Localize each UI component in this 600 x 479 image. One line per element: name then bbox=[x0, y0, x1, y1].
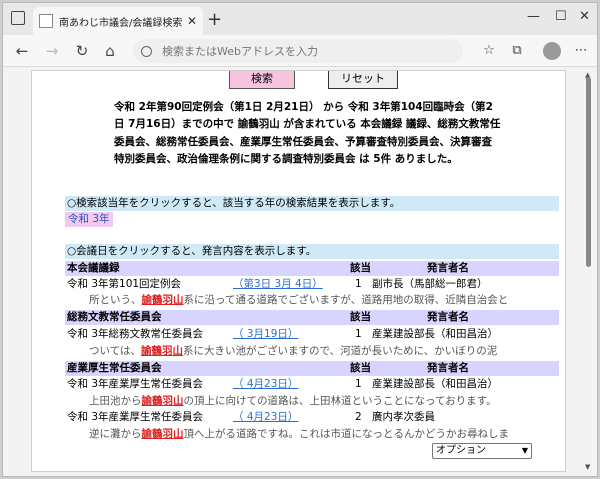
new-tab-icon[interactable]: + bbox=[207, 9, 222, 30]
maximize-icon[interactable]: ☐ bbox=[555, 9, 567, 24]
scrollbar-thumb[interactable] bbox=[586, 77, 591, 267]
speaker-name: 廣内孝次委員 bbox=[372, 411, 435, 423]
day-instruction: ○会議日をクリックすると、発言内容を表示します。 bbox=[65, 244, 559, 259]
page-content: 検索 リセット 令和 2年第90回定例会（第1日 2月21日） から 令和 3年… bbox=[31, 70, 566, 472]
back-icon[interactable]: ← bbox=[13, 42, 31, 60]
snippet-after: の頂上に向けての道路は、上田林道ということになっております。 bbox=[183, 395, 497, 407]
year-link[interactable]: 令和 3年 bbox=[65, 212, 113, 227]
group-name: 産業厚生常任委員会 bbox=[67, 362, 162, 374]
tab-strip: 南あわじ市議会/会議録検索システ ✕ + — ☐ ✕ bbox=[3, 3, 597, 35]
speech-snippet: 逆に灘から諭鶴羽山頂へ上がる道路ですね。これは市道になっとるんかどうかお尋ねしま bbox=[65, 427, 559, 442]
meeting-date-link[interactable]: （ 3月19日） bbox=[233, 327, 298, 342]
speaker-column-label: 発言者名 bbox=[427, 362, 469, 374]
meeting-name: 令和 3年総務文教常任委員会 bbox=[67, 328, 204, 340]
option-label: オプション bbox=[436, 445, 486, 456]
tab-actions-icon[interactable] bbox=[11, 11, 25, 25]
table-row: 令和 3年産業厚生常任委員会 （ 4月23日） 1 産業建設部長（和田昌治） bbox=[65, 377, 559, 392]
scroll-down-icon[interactable]: ▼ bbox=[585, 463, 590, 471]
keyword-highlight: 諭鶴羽山 bbox=[141, 428, 184, 440]
hit-count: 1 bbox=[355, 328, 362, 340]
favicon-icon bbox=[39, 14, 53, 28]
forward-icon[interactable]: → bbox=[43, 42, 61, 60]
browser-window: 南あわじ市議会/会議録検索システ ✕ + — ☐ ✕ ← → ↻ ⌂ ☆ ⧉ ⋯… bbox=[2, 2, 598, 477]
table-row: 令和 3年産業厚生常任委員会 （ 4月23日） 2 廣内孝次委員 bbox=[65, 410, 559, 425]
hit-count: 2 bbox=[355, 411, 362, 423]
scrollbar-track[interactable] bbox=[566, 70, 596, 472]
profile-avatar[interactable] bbox=[543, 42, 561, 60]
table-row: 令和 3年第101回定例会 （第3日 3月 4日） 1 副市長（馬部総一郎君） bbox=[65, 277, 559, 292]
meeting-name: 令和 3年産業厚生常任委員会 bbox=[67, 411, 204, 423]
meeting-name: 令和 3年産業厚生常任委員会 bbox=[67, 378, 204, 390]
hit-column-label: 該当 bbox=[350, 262, 371, 274]
home-icon[interactable]: ⌂ bbox=[101, 42, 119, 60]
hit-column-label: 該当 bbox=[350, 311, 371, 323]
close-tab-icon[interactable]: ✕ bbox=[187, 14, 197, 28]
speaker-column-label: 発言者名 bbox=[427, 262, 469, 274]
speech-snippet: ついては、諭鶴羽山系に大きい池がございますので、河道が長いために、かいぼりの泥 bbox=[65, 344, 559, 359]
group-header: 本会議議録 該当 発言者名 bbox=[65, 261, 559, 276]
hit-count: 1 bbox=[355, 278, 362, 290]
speech-snippet: 上田池から諭鶴羽山の頂上に向けての道路は、上田林道ということになっております。 bbox=[65, 394, 559, 409]
keyword-highlight: 諭鶴羽山 bbox=[140, 345, 183, 357]
table-row: 令和 3年総務文教常任委員会 （ 3月19日） 1 産業建設部長（和田昌治） bbox=[65, 327, 559, 342]
speaker-column-label: 発言者名 bbox=[427, 311, 469, 323]
minimize-icon[interactable]: — bbox=[527, 9, 540, 24]
reset-button[interactable]: リセット bbox=[328, 71, 398, 89]
speech-snippet: 所という、諭鶴羽山系に沿って通る道路でございますが、道路用地の取得、近隣自治会と bbox=[65, 293, 559, 308]
snippet-before: 上田池から bbox=[89, 395, 142, 407]
speaker-name: 副市長（馬部総一郎君） bbox=[372, 278, 488, 290]
keyword-highlight: 諭鶴羽山 bbox=[141, 395, 184, 407]
hit-column-label: 該当 bbox=[350, 362, 371, 374]
year-instruction: ○検索該当年をクリックすると、該当する年の検索結果を表示します。 bbox=[65, 196, 559, 211]
group-name: 総務文教常任委員会 bbox=[67, 311, 162, 323]
meeting-name: 令和 3年第101回定例会 bbox=[67, 278, 182, 290]
keyword-highlight: 諭鶴羽山 bbox=[141, 294, 184, 306]
meeting-date-link[interactable]: （ 4月23日） bbox=[233, 377, 298, 392]
more-menu-icon[interactable]: ⋯ bbox=[573, 43, 589, 59]
meeting-date-link[interactable]: （第3日 3月 4日） bbox=[233, 277, 323, 292]
snippet-after: 系に大きい池がございますので、河道が長いために、かいぼりの泥 bbox=[182, 345, 498, 357]
hit-count: 1 bbox=[355, 378, 362, 390]
option-select[interactable]: オプション ▼ bbox=[432, 443, 532, 459]
tab-title: 南あわじ市議会/会議録検索システ bbox=[59, 17, 183, 29]
group-header: 産業厚生常任委員会 該当 発言者名 bbox=[65, 361, 559, 376]
chevron-down-icon: ▼ bbox=[521, 446, 528, 455]
result-summary: 令和 2年第90回定例会（第1日 2月21日） から 令和 3年第104回臨時会… bbox=[114, 101, 501, 166]
refresh-icon[interactable]: ↻ bbox=[73, 42, 91, 60]
meeting-date-link[interactable]: （ 4月23日） bbox=[233, 410, 298, 425]
address-input[interactable] bbox=[162, 44, 442, 58]
favorite-icon[interactable]: ☆ bbox=[481, 43, 497, 59]
snippet-before: ついては、 bbox=[89, 345, 141, 357]
browser-tab[interactable]: 南あわじ市議会/会議録検索システ ✕ bbox=[33, 7, 203, 35]
speaker-name: 産業建設部長（和田昌治） bbox=[372, 328, 498, 340]
snippet-before: 所という、 bbox=[89, 294, 142, 306]
address-bar[interactable] bbox=[133, 39, 463, 63]
snippet-before: 逆に灘から bbox=[89, 428, 142, 440]
snippet-after: 系に沿って通る道路でございますが、道路用地の取得、近隣自治会と bbox=[183, 294, 509, 306]
snippet-after: 頂へ上がる道路ですね。これは市道になっとるんかどうかお尋ねしま bbox=[183, 428, 510, 440]
search-icon bbox=[141, 45, 152, 57]
group-name: 本会議議録 bbox=[67, 262, 120, 274]
search-button[interactable]: 検索 bbox=[229, 71, 295, 89]
close-window-icon[interactable]: ✕ bbox=[579, 9, 590, 24]
collections-icon[interactable]: ⧉ bbox=[509, 43, 525, 59]
group-header: 総務文教常任委員会 該当 発言者名 bbox=[65, 310, 559, 325]
toolbar: ← → ↻ ⌂ ☆ ⧉ ⋯ bbox=[3, 35, 597, 67]
speaker-name: 産業建設部長（和田昌治） bbox=[372, 378, 498, 390]
